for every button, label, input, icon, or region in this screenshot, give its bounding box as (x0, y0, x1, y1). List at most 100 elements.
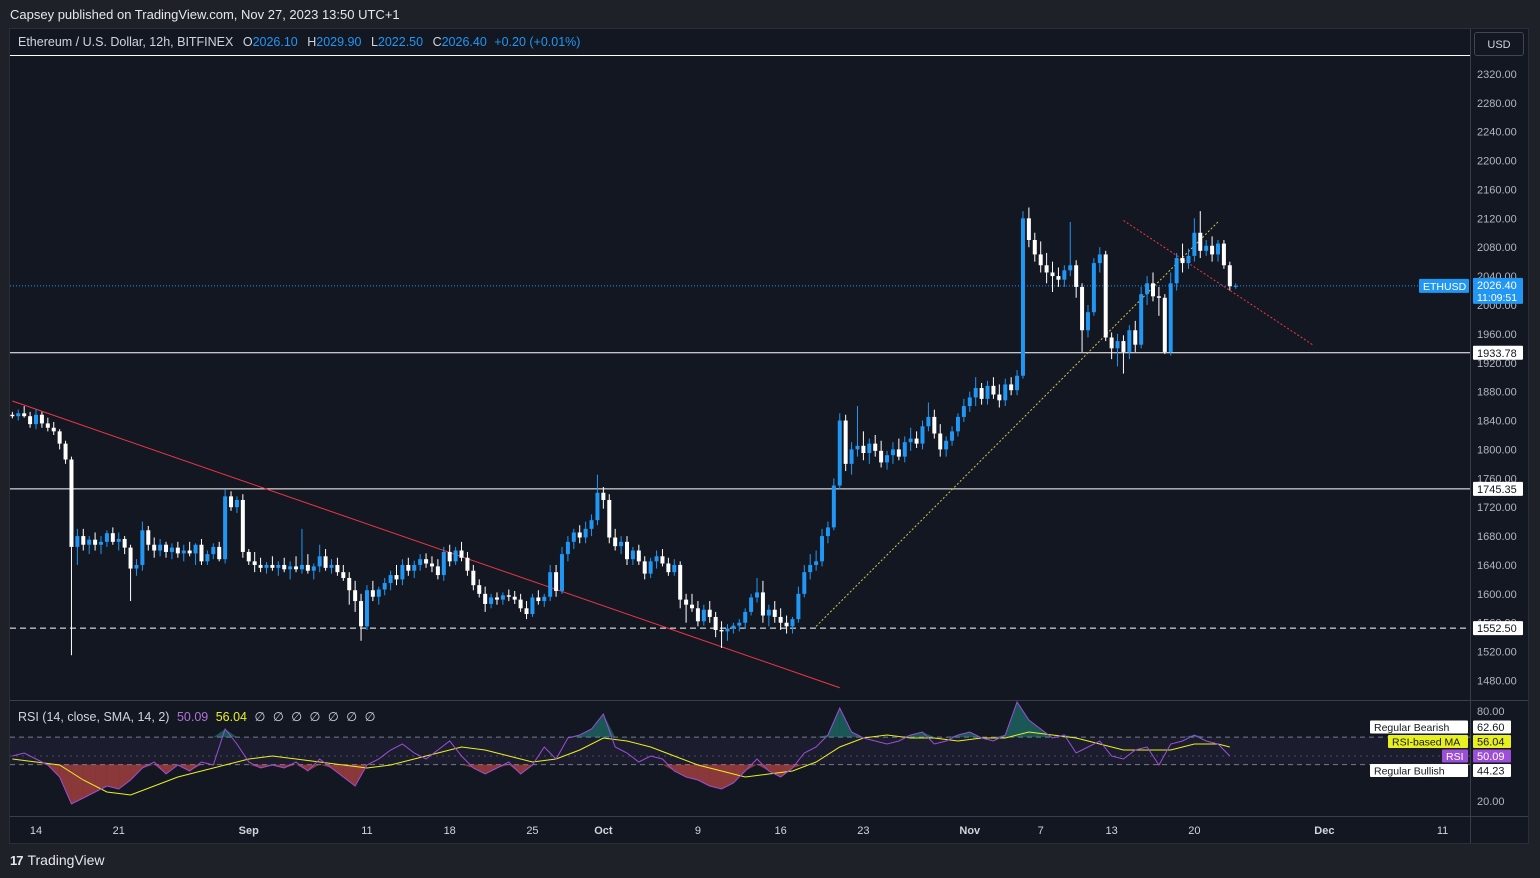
time-tick-label: Sep (239, 825, 259, 837)
candle-body (240, 499, 245, 552)
candle-body (908, 438, 913, 443)
candle-body (583, 528, 588, 538)
candle-body (34, 414, 38, 425)
candle-body (914, 438, 919, 444)
candle-body (861, 445, 866, 454)
candle-body (1186, 255, 1191, 264)
currency-button[interactable]: USD (1474, 32, 1524, 56)
rsi-band-fill (10, 737, 1470, 765)
symbol-title: Ethereum / U.S. Dollar, 12h, BITFINEX (18, 35, 234, 49)
candle-body (364, 590, 369, 627)
candle-body (1180, 258, 1185, 264)
candle-body (784, 622, 789, 627)
rsi-oversold-fill (95, 764, 107, 792)
candle-body (648, 561, 653, 574)
candle-body (772, 609, 777, 617)
candle-body (1020, 218, 1025, 376)
candle-body (252, 561, 257, 565)
candle-body (211, 546, 216, 555)
change-value: +0.20 (+0.01%) (494, 35, 581, 49)
candle-body (672, 564, 677, 573)
candle-body (152, 544, 157, 551)
candle-body (500, 595, 505, 600)
candle-body (1056, 276, 1061, 280)
candle-body (435, 566, 440, 576)
candle-body (376, 589, 381, 597)
tradingview-logo-icon: 17 (10, 852, 24, 868)
rsi-oversold-fill (674, 764, 687, 777)
candle-body (684, 599, 689, 605)
candle-body (571, 532, 576, 542)
candle-body (347, 577, 352, 591)
candle-body (625, 541, 629, 560)
candle-body (187, 550, 192, 554)
candle-body (388, 575, 393, 584)
countdown-label: 11:09:51 (1477, 292, 1517, 304)
rsi-overbought-fill (603, 714, 616, 738)
candle-body (51, 427, 56, 432)
candle-body (382, 583, 387, 590)
candle-body (766, 609, 771, 616)
candle-body (270, 564, 275, 568)
candle-body (45, 423, 50, 428)
candle-body (264, 564, 269, 568)
time-tick-label: 13 (1105, 825, 1117, 837)
candle-body (1133, 330, 1138, 345)
candle-body (678, 564, 683, 600)
price-tick-label: 1640.00 (1477, 560, 1517, 572)
level-price-label: 1745.35 (1477, 484, 1517, 496)
time-tick-label: Oct (594, 825, 613, 837)
candle-body (577, 532, 582, 538)
trendline (815, 221, 1219, 627)
candle-body (920, 426, 925, 444)
candle-body (967, 397, 972, 407)
price-tick-label: 2120.00 (1477, 213, 1517, 225)
candle-body (1139, 294, 1144, 345)
brand-footer[interactable]: 17 TradingView (10, 852, 105, 868)
candle-body (695, 608, 700, 622)
candle-body (164, 544, 169, 552)
candle-body (1068, 265, 1073, 271)
rsi-overbought-fill (922, 732, 935, 738)
candle-body (506, 595, 511, 597)
candle-body (441, 551, 446, 576)
candle-body (518, 599, 523, 609)
candle-body (873, 443, 878, 451)
candle-body (1050, 272, 1055, 277)
candle-body (370, 590, 375, 597)
candle-body (199, 544, 204, 562)
candle-body (902, 442, 907, 457)
candle-body (146, 530, 151, 545)
candle-body (837, 420, 842, 486)
candle-body (530, 597, 535, 615)
candle-body (1162, 297, 1167, 352)
candle-body (87, 539, 92, 545)
candle-body (825, 527, 830, 537)
candle-body (1009, 384, 1014, 391)
price-tick-label: 2240.00 (1477, 127, 1517, 139)
candle-body (193, 544, 198, 554)
open-value: 2026.10 (252, 35, 298, 49)
candle-body (223, 496, 228, 560)
candle-body (57, 431, 62, 444)
candle-body (1080, 286, 1085, 331)
candle-body (406, 564, 411, 571)
candle-body (589, 520, 594, 529)
rsi-oversold-fill (59, 764, 72, 804)
candle-body (630, 550, 635, 560)
candle-body (276, 564, 281, 568)
brand-name: TradingView (27, 852, 105, 868)
time-tick-label: 9 (695, 825, 701, 837)
candle-body (63, 443, 68, 460)
price-tick-label: 1480.00 (1477, 676, 1517, 688)
candle-body (424, 559, 429, 564)
candle-body (429, 563, 434, 567)
candle-body (1168, 283, 1173, 352)
candle-body (1127, 330, 1132, 352)
candle-body (1032, 239, 1037, 255)
chart-canvas[interactable]: 2320.002280.002240.002200.002160.002120.… (0, 0, 1540, 878)
price-tick-label: 1880.00 (1477, 387, 1517, 399)
rsi-tick-label: 20.00 (1477, 796, 1505, 808)
candle-body (359, 601, 364, 627)
level-price-label: 1552.50 (1477, 623, 1517, 635)
